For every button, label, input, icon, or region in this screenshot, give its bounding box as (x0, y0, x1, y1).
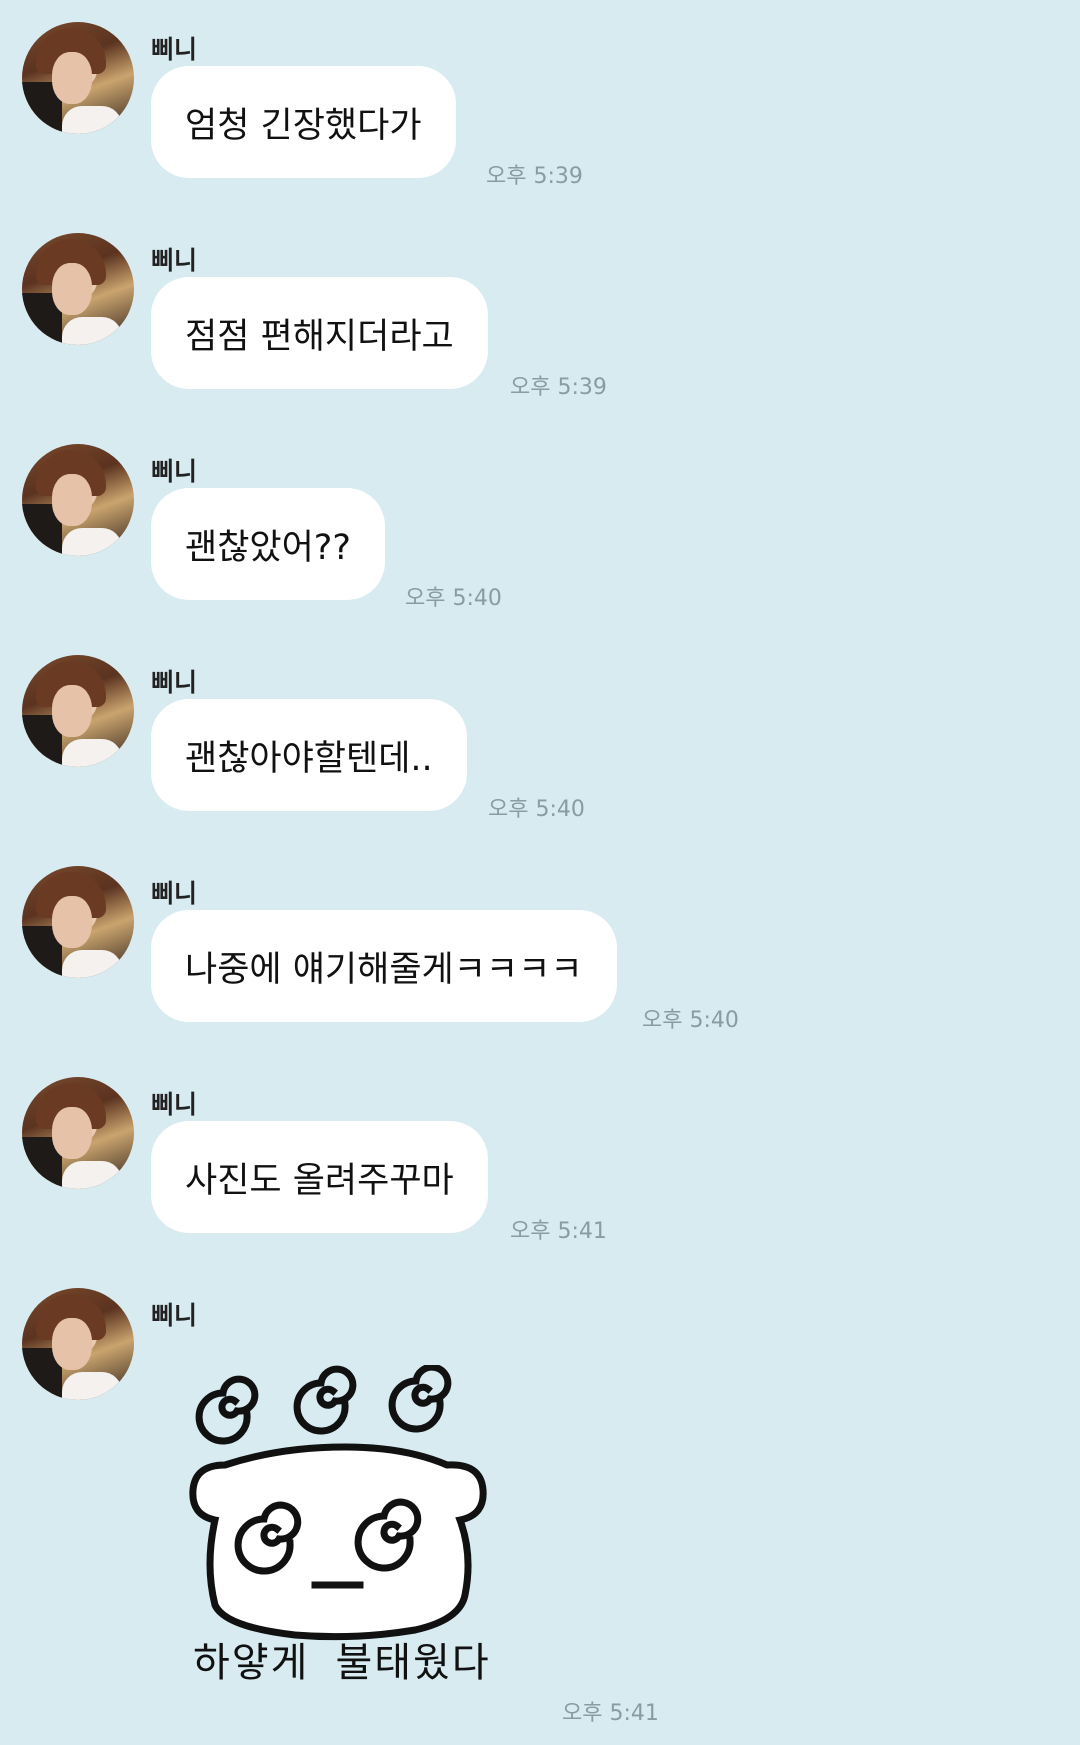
message-time: 오후 5:41 (562, 1701, 659, 1726)
sender-name: 삐니 (151, 668, 198, 697)
message-time: 오후 5:39 (510, 375, 607, 400)
sender-name: 삐니 (151, 879, 198, 908)
avatar[interactable] (22, 233, 134, 345)
message-bubble[interactable]: 괜찮아야할텐데.. (151, 699, 467, 811)
sender-name: 삐니 (151, 1090, 198, 1119)
sender-name: 삐니 (151, 35, 198, 64)
sender-name: 삐니 (151, 457, 198, 486)
message-time: 오후 5:40 (405, 586, 502, 611)
avatar[interactable] (22, 1288, 134, 1400)
avatar[interactable] (22, 444, 134, 556)
sender-name: 삐니 (151, 1301, 198, 1330)
sticker-caption: 하얗게 불태웠다 (193, 1640, 491, 1686)
message-time: 오후 5:39 (486, 164, 583, 189)
message-bubble[interactable]: 엄청 긴장했다가 (151, 66, 456, 178)
message-bubble[interactable]: 괜찮았어?? (151, 488, 385, 600)
message-bubble[interactable]: 사진도 올려주꾸마 (151, 1121, 488, 1233)
avatar[interactable] (22, 22, 134, 134)
avatar[interactable] (22, 866, 134, 978)
message-bubble[interactable]: 나중에 얘기해줄게ㅋㅋㅋㅋ (151, 910, 617, 1022)
message-bubble[interactable]: 점점 편해지더라고 (151, 277, 488, 389)
message-time: 오후 5:40 (488, 797, 585, 822)
message-time: 오후 5:41 (510, 1219, 607, 1244)
avatar[interactable] (22, 655, 134, 767)
sender-name: 삐니 (151, 246, 198, 275)
message-time: 오후 5:40 (642, 1008, 739, 1033)
sticker-bear-swirl-icon[interactable] (185, 1365, 505, 1675)
avatar[interactable] (22, 1077, 134, 1189)
